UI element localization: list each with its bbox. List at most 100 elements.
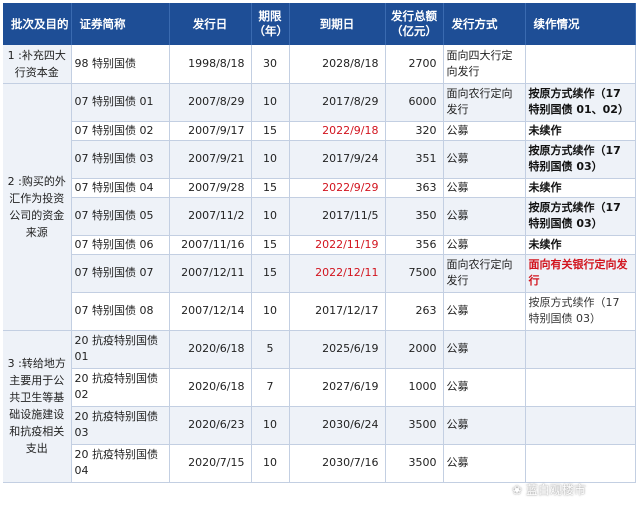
- renewal-status: 按原方式续作（17 特别国债 03）: [525, 140, 636, 179]
- issue-amount: 351: [385, 140, 444, 179]
- renewal-status: [525, 45, 636, 84]
- header-name: 证券简称: [71, 3, 170, 45]
- issue-amount: 320: [385, 121, 444, 141]
- renewal-status: 按原方式续作（17 特别国债 03）: [525, 292, 636, 331]
- issue-date: 2007/12/14: [169, 292, 252, 331]
- issue-method: 公募: [443, 444, 526, 483]
- maturity-date: 2030/6/24: [289, 406, 386, 445]
- group-label-line: 行资本金: [14, 65, 59, 79]
- group-label-line: 和抗疫相关: [9, 425, 65, 438]
- term-years: 10: [251, 140, 290, 179]
- issue-method: 公募: [443, 178, 526, 198]
- maturity-date: 2030/7/16: [289, 444, 386, 483]
- issue-date: 2007/12/11: [169, 254, 252, 293]
- term-years: 5: [251, 330, 290, 369]
- watermark: ❀ 蓝白观楼市: [512, 483, 586, 497]
- bond-name: 07 特别国债 03: [71, 140, 170, 179]
- maturity-date: 2028/8/18: [289, 45, 386, 84]
- group-label-line: 来源: [25, 225, 48, 239]
- issue-date: 2020/6/18: [169, 330, 252, 369]
- issue-date: 2007/8/29: [169, 83, 252, 122]
- bond-name: 20 抗疫特别国债 04: [71, 444, 170, 483]
- issue-method: 公募: [443, 406, 526, 445]
- issue-amount: 2000: [385, 330, 444, 369]
- bond-name: 20 抗疫特别国债 03: [71, 406, 170, 445]
- bond-name: 07 特别国债 06: [71, 235, 170, 255]
- group-label-line: 公司的资金: [9, 208, 65, 222]
- bond-name: 07 特别国债 01: [71, 83, 170, 122]
- term-years: 15: [251, 121, 290, 141]
- issue-amount: 3500: [385, 444, 444, 483]
- issue-amount: 363: [385, 178, 444, 198]
- table-row: 20 抗疫特别国债 04 2020/7/15 10 2030/7/16 3500 公募: [3, 444, 636, 483]
- table-row: 07 特别国债 04 2007/9/28 15 2022/9/29 363 公募 未续作: [3, 178, 636, 198]
- bond-name: 07 特别国债 08: [71, 292, 170, 331]
- header-term-line1: 期限: [258, 9, 282, 23]
- issue-amount: 356: [385, 235, 444, 255]
- maturity-date: 2017/9/24: [289, 140, 386, 179]
- group-label-line: 2 :购买的外: [7, 174, 66, 188]
- renewal-status: [525, 330, 636, 369]
- issue-date: 2007/9/28: [169, 178, 252, 198]
- issue-date: 2020/6/18: [169, 368, 252, 407]
- table-row: 07 特别国债 02 2007/9/17 15 2022/9/18 320 公募 未续作: [3, 121, 636, 141]
- term-years: 7: [251, 368, 290, 407]
- table-row: 1 :补充四大 行资本金 98 特别国债 1998/8/18 30 2028/8/18 27…: [3, 45, 636, 84]
- issue-amount: 3500: [385, 406, 444, 445]
- maturity-date: 2017/11/5: [289, 197, 386, 236]
- renewal-status: 未续作: [525, 235, 636, 255]
- issue-amount: 6000: [385, 83, 444, 122]
- group-label-line: 支出: [25, 442, 48, 455]
- maturity-date: 2022/9/18: [289, 121, 386, 141]
- term-years: 10: [251, 292, 290, 331]
- term-years: 15: [251, 235, 290, 255]
- issue-date: 1998/8/18: [169, 45, 252, 84]
- special-bond-table: 批次及目的 证券简称 发行日 期限 （年） 到期日 发行总额 （亿元） 发行方式 续…: [3, 3, 636, 483]
- header-term: 期限 （年）: [251, 3, 290, 45]
- table-row: 07 特别国债 03 2007/9/21 10 2017/9/24 351 公募 按原方式续…: [3, 140, 636, 179]
- maturity-date: 2022/9/29: [289, 178, 386, 198]
- term-years: 15: [251, 254, 290, 293]
- issue-method: 公募: [443, 197, 526, 236]
- issue-date: 2007/11/2: [169, 197, 252, 236]
- renewal-status: 未续作: [525, 121, 636, 141]
- issue-amount: 1000: [385, 368, 444, 407]
- issue-date: 2007/9/21: [169, 140, 252, 179]
- maturity-date: 2027/6/19: [289, 368, 386, 407]
- bond-name: 98 特别国债: [71, 45, 170, 84]
- watermark-text: 蓝白观楼市: [525, 483, 586, 497]
- issue-amount: 7500: [385, 254, 444, 293]
- header-method: 发行方式: [443, 3, 526, 45]
- header-maturity: 到期日: [289, 3, 386, 45]
- group-label-line: 1 :补充四大: [7, 48, 66, 62]
- table-row: 20 抗疫特别国债 02 2020/6/18 7 2027/6/19 1000 公募: [3, 368, 636, 407]
- header-amount-line1: 发行总额: [391, 9, 437, 23]
- maturity-date: 2017/8/29: [289, 83, 386, 122]
- group-label-line: 础设施建设: [9, 408, 65, 421]
- maturity-date: 2022/11/19: [289, 235, 386, 255]
- group-label-line: 共卫生等基: [9, 391, 65, 404]
- bond-name: 07 特别国债 07: [71, 254, 170, 293]
- group-label-line: 主要用于公: [9, 374, 65, 387]
- issue-method: 公募: [443, 368, 526, 407]
- bond-name: 07 特别国债 05: [71, 197, 170, 236]
- header-term-line2: （年）: [253, 24, 289, 38]
- header-purpose: 批次及目的: [3, 3, 72, 45]
- table-row: 07 特别国债 06 2007/11/16 15 2022/11/19 356 公募 未续作: [3, 235, 636, 255]
- issue-method: 公募: [443, 235, 526, 255]
- bond-name: 07 特别国债 02: [71, 121, 170, 141]
- issue-method: 公募: [443, 140, 526, 179]
- term-years: 10: [251, 83, 290, 122]
- group-label-line: 3 :转给地方: [7, 357, 66, 370]
- term-years: 15: [251, 178, 290, 198]
- maturity-date: 2025/6/19: [289, 330, 386, 369]
- group-label-line: 汇作为投资: [9, 191, 65, 205]
- term-years: 10: [251, 197, 290, 236]
- table-row: 2 :购买的外 汇作为投资 公司的资金 来源 07 特别国债 01 2007/8/29 10…: [3, 83, 636, 331]
- issue-date: 2007/9/17: [169, 121, 252, 141]
- group-label-1: 1 :补充四大 行资本金: [3, 45, 72, 84]
- bond-name: 20 抗疫特别国债 01: [71, 330, 170, 369]
- issue-date: 2007/11/16: [169, 235, 252, 255]
- header-issue-date: 发行日: [169, 3, 252, 45]
- group-label-3: 3 :转给地方 主要用于公共卫生等基础设施建设和抗疫相关支出: [3, 330, 72, 483]
